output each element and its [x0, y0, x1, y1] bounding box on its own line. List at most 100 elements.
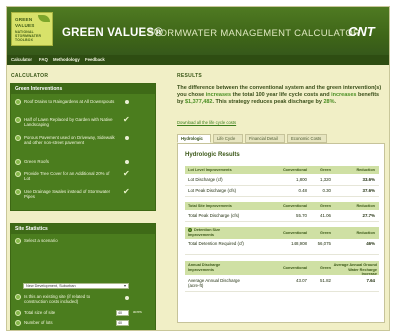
intervention-icon [15, 159, 21, 165]
redevelopment-row: Is this an existing site (if related to … [15, 294, 141, 308]
tab-financial-detail[interactable]: Financial Detail [245, 134, 285, 143]
download-costs-link[interactable]: Download all the life cycle costs [177, 120, 236, 125]
results-card: Hydrologic Results Lot Level Improvement… [177, 143, 385, 323]
table-row: Total Peak Discharge (cfs) 55.70 41.06 2… [185, 213, 379, 222]
leaf-icon [38, 15, 50, 22]
app-frame: GREEN VALUES NATIONAL STORMWATER TOOLBOX… [6, 6, 390, 331]
summary-highlight: 28% [323, 99, 335, 105]
header-banner: GREEN VALUES NATIONAL STORMWATER TOOLBOX… [7, 7, 389, 55]
row-green: 41.06 [320, 213, 331, 218]
header-cell: Conventional [282, 204, 307, 208]
site-statistics-title: Site Statistics [11, 224, 155, 234]
row-label: Lot Peak Discharge (cfs) [188, 188, 237, 193]
table-header: Annual Discharge Improvements Convention… [185, 261, 379, 277]
info-icon[interactable] [15, 294, 21, 300]
card-title: Hydrologic Results [185, 152, 240, 158]
row-reduction: 27.7% [362, 213, 375, 218]
scenario-row: Select a scenario [15, 238, 141, 246]
green-interventions-panel: Green Interventions Roof Drains to Raing… [10, 83, 156, 211]
results-heading: RESULTS [177, 73, 203, 79]
row-green: 0.30 [322, 188, 331, 193]
intervention-label: Use Drainage Swales instead of Stormwate… [24, 189, 111, 200]
row-reduction: 33.6% [362, 177, 375, 182]
row-green: 56,075 [317, 241, 331, 246]
intervention-row[interactable]: Use Drainage Swales instead of Stormwate… [15, 187, 141, 203]
intervention-row[interactable]: Green Roofs [15, 159, 141, 167]
intervention-label: Roof Drains to Raingardens at All Downsp… [24, 99, 115, 104]
info-icon[interactable] [15, 238, 21, 244]
intervention-checkbox[interactable] [123, 115, 131, 125]
site-field-row: Number of lots 40 [15, 320, 141, 328]
logo-text: TOOLBOX [15, 38, 34, 42]
header-cell: Green [320, 266, 331, 270]
intervention-label: Green Roofs [24, 159, 49, 164]
header-cell: Conventional [282, 168, 307, 172]
intervention-checkbox[interactable] [123, 169, 131, 179]
tab-economic-costs[interactable]: Economic Costs [287, 134, 327, 143]
site-field-row: Total size of site 40 acres [15, 310, 142, 318]
site-size-input[interactable]: 40 [116, 310, 129, 316]
row-conventional: 148,908 [291, 241, 307, 246]
green-values-logo[interactable]: GREEN VALUES NATIONAL STORMWATER TOOLBOX [11, 12, 53, 46]
row-label: Average Annual Discharge (acre-ft) [188, 278, 240, 288]
intervention-checkbox[interactable] [125, 136, 129, 140]
row-green: 1,320 [320, 177, 331, 182]
header-cell: Lot Level Improvements [188, 168, 232, 172]
info-icon[interactable] [15, 310, 21, 316]
site-field-label: Number of lots [24, 320, 53, 325]
site-statistics-panel: Site Statistics Select a scenario New De… [10, 223, 156, 330]
scenario-select[interactable]: New Development, Suburban ▾ [23, 283, 129, 289]
nav-faq[interactable]: FAQ [39, 57, 48, 62]
intervention-row[interactable]: Half of Lawn Replaced by Garden with Nat… [15, 115, 141, 131]
intervention-checkbox[interactable] [123, 187, 131, 197]
header-cell: Green [320, 168, 331, 172]
site-field-unit: acres [133, 310, 142, 314]
summary-text: . [334, 99, 336, 105]
intervention-checkbox[interactable] [125, 160, 129, 164]
app-subtitle: STORMWATER MANAGEMENT CALCULATOR [147, 28, 361, 39]
nav-feedback[interactable]: Feedback [85, 57, 105, 62]
scenario-label: Select a scenario [24, 238, 58, 243]
table-row: Lot Peak Discharge (cfs) 0.48 0.30 37.6% [185, 188, 379, 197]
intervention-icon [15, 99, 21, 105]
intervention-icon [15, 189, 21, 195]
row-conventional: 0.48 [298, 188, 307, 193]
summary-highlight: increases [331, 92, 357, 98]
cnt-logo[interactable]: CNT [348, 24, 375, 39]
tab-hydrologic[interactable]: Hydrologic [177, 134, 211, 143]
nav-methodology[interactable]: Methodology [53, 57, 80, 62]
intervention-icon [15, 117, 21, 123]
row-label: Total Peak Discharge (cfs) [188, 213, 240, 218]
row-recharge: 7.64 [366, 278, 375, 283]
intervention-row[interactable]: Porous Pavement used on Driveway, Sidewa… [15, 135, 141, 155]
summary-highlight: $1,377,482 [184, 99, 213, 105]
header-cell: Green [320, 231, 331, 235]
redevelopment-label: Is this an existing site (if related to … [24, 294, 91, 305]
detention-icon [188, 228, 192, 232]
intervention-icon [15, 135, 21, 141]
info-icon[interactable] [15, 320, 21, 326]
table-row: Total Detention Required (cf) 148,908 56… [185, 241, 379, 255]
lots-input[interactable]: 40 [116, 320, 129, 326]
row-green: 51.82 [320, 278, 331, 283]
green-interventions-title: Green Interventions [11, 84, 155, 94]
header-cell: Reduction [356, 231, 375, 235]
intervention-row[interactable]: Roof Drains to Raingardens at All Downsp… [15, 99, 141, 113]
row-label: Total Detention Required (cf) [188, 241, 244, 246]
tab-life-cycle[interactable]: Life Cycle [213, 134, 243, 143]
row-conventional: 1,800 [296, 177, 307, 182]
intervention-label: Porous Pavement used on Driveway, Sidewa… [24, 135, 115, 146]
header-cell: Conventional [282, 231, 307, 235]
summary-text: . This strategy reduces peak discharge b… [212, 99, 324, 105]
intervention-checkbox[interactable] [125, 100, 129, 104]
table-header: Detention Size Improvements Conventional… [185, 227, 379, 239]
redevelopment-checkbox[interactable] [125, 296, 129, 300]
header-cell: Reduction [356, 204, 375, 208]
summary-highlight: increases [205, 92, 232, 98]
header-cell: Detention Size Improvements [188, 228, 221, 237]
nav-calculator[interactable]: Calculator [11, 57, 32, 62]
intervention-row[interactable]: Provide Tree Cover for an Additional 20%… [15, 169, 141, 185]
header-cell: Average Annual Ground Water Recharge Inc… [333, 263, 377, 277]
intervention-label: Provide Tree Cover for an Additional 20%… [24, 171, 110, 182]
table-header: Lot Level Improvements Conventional Gree… [185, 166, 379, 174]
